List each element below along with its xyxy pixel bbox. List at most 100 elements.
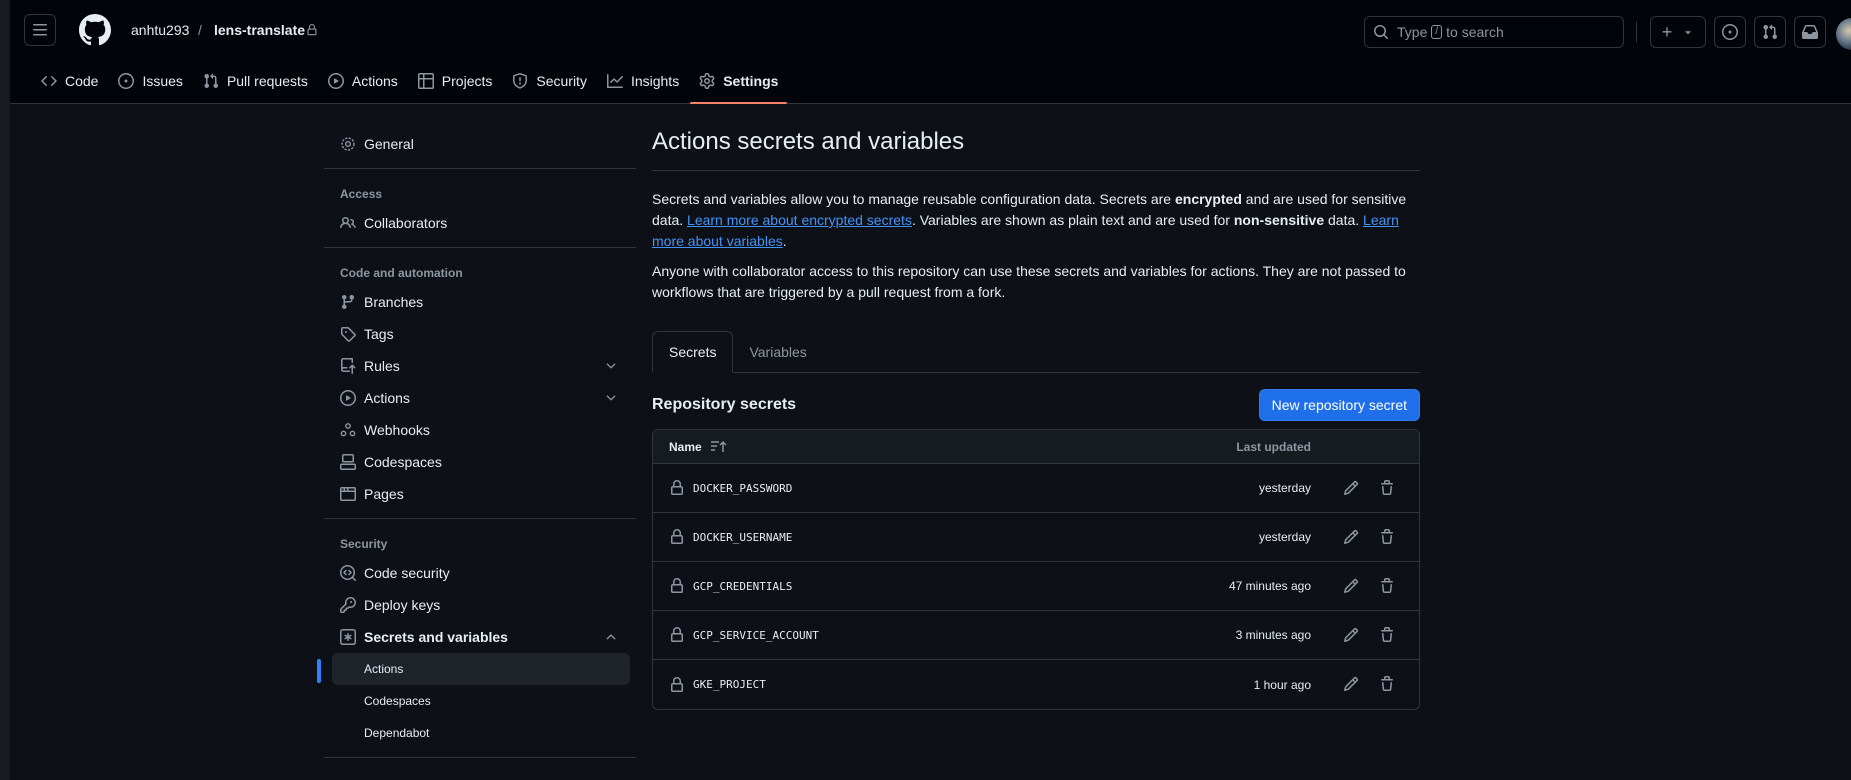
sidebar-subitem-codespaces[interactable]: Codespaces <box>324 685 636 717</box>
sidebar-divider <box>324 518 636 519</box>
tab-security[interactable]: Security <box>503 62 596 100</box>
tab-label: Security <box>536 73 587 89</box>
secret-updated: 1 hour ago <box>1253 677 1311 692</box>
pencil-icon[interactable] <box>1343 627 1359 643</box>
webhook-icon <box>340 423 356 437</box>
plus-icon: + <box>1661 21 1673 42</box>
search-icon <box>1374 25 1389 40</box>
user-avatar[interactable] <box>1836 18 1851 50</box>
gear-icon <box>699 73 715 89</box>
sidebar-item-webhooks[interactable]: Webhooks <box>324 414 636 446</box>
sidebar-item-label: Secrets and variables <box>364 629 508 645</box>
sidebar-item-general[interactable]: General <box>324 128 636 160</box>
secret-name: DOCKER_USERNAME <box>693 530 793 544</box>
sidebar-item-rules[interactable]: Rules <box>324 350 636 382</box>
menu-button[interactable] <box>24 14 56 46</box>
tab-actions[interactable]: Actions <box>319 62 407 100</box>
sidebar-heading-access: Access <box>340 187 383 201</box>
issues-button[interactable] <box>1714 16 1746 48</box>
trash-icon[interactable] <box>1379 627 1395 643</box>
secret-name: GCP_CREDENTIALS <box>693 579 793 593</box>
learn-more-secrets-link[interactable]: Learn more about encrypted secrets <box>687 212 912 228</box>
sidebar-item-codespaces[interactable]: Codespaces <box>324 446 636 478</box>
sidebar-item-collaborators[interactable]: Collaborators <box>324 207 636 239</box>
search-input[interactable]: Type / to search <box>1364 16 1624 48</box>
tab-pull-requests[interactable]: Pull requests <box>194 62 317 100</box>
sidebar-item-label: Code security <box>364 565 450 581</box>
codescan-icon <box>340 565 356 581</box>
desc-bold: non-sensitive <box>1233 212 1325 228</box>
search-shortcut-key: / <box>1431 25 1443 39</box>
sidebar-item-label: Tags <box>364 326 394 342</box>
create-new-button[interactable]: + <box>1650 16 1706 48</box>
breadcrumb-owner[interactable]: anhtu293 <box>131 22 189 38</box>
issue-icon <box>1722 24 1738 40</box>
table-row: GCP_CREDENTIALS 47 minutes ago <box>653 562 1419 611</box>
header-divider <box>1636 22 1637 42</box>
secret-updated: 47 minutes ago <box>1228 579 1311 593</box>
sidebar-item-label: Codespaces <box>364 454 442 470</box>
sidebar-item-code-security[interactable]: Code security <box>324 557 636 589</box>
sidebar-item-pages[interactable]: Pages <box>324 478 636 510</box>
tag-icon <box>341 327 356 342</box>
trash-icon[interactable] <box>1379 529 1395 545</box>
sidebar-divider <box>324 757 636 758</box>
pencil-icon[interactable] <box>1343 578 1359 594</box>
trash-icon[interactable] <box>1379 676 1395 692</box>
repo-push-icon <box>341 358 356 374</box>
column-header-updated: Last updated <box>1236 439 1311 454</box>
pencil-icon[interactable] <box>1343 676 1359 692</box>
chevron-down-icon <box>606 395 616 401</box>
new-repository-secret-button[interactable]: New repository secret <box>1258 389 1420 421</box>
sidebar-subitem-dependabot[interactable]: Dependabot <box>324 717 636 749</box>
chevron-up-icon <box>606 634 616 640</box>
codespaces-icon <box>340 454 356 470</box>
sidebar-heading-security: Security <box>340 537 388 551</box>
sidebar-item-label: Pages <box>364 486 404 502</box>
trash-icon[interactable] <box>1379 480 1395 496</box>
tab-code[interactable]: Code <box>32 62 107 100</box>
shield-icon <box>513 73 528 89</box>
search-prefix: Type <box>1397 24 1428 40</box>
private-lock-icon <box>306 23 318 36</box>
secret-updated: yesterday <box>1258 481 1311 495</box>
sidebar-item-deploy-keys[interactable]: Deploy keys <box>324 589 636 621</box>
tab-variables[interactable]: Variables <box>733 331 822 373</box>
page-title: Actions secrets and variables <box>652 128 1420 171</box>
tab-label: Settings <box>723 73 779 89</box>
main-content: Actions secrets and variables Secrets an… <box>652 128 1420 710</box>
triangle-down-icon <box>1685 31 1691 35</box>
desc-text: . <box>782 233 787 249</box>
github-logo-icon[interactable] <box>79 14 111 46</box>
sidebar-item-label: Webhooks <box>364 422 430 438</box>
pencil-icon[interactable] <box>1343 529 1359 545</box>
breadcrumb-repo[interactable]: lens-translate <box>214 22 305 38</box>
pencil-icon[interactable] <box>1343 480 1359 496</box>
pull-requests-button[interactable] <box>1754 16 1786 48</box>
sidebar-item-secrets-variables[interactable]: Secrets and variables <box>324 621 636 653</box>
tab-settings[interactable]: Settings <box>690 62 788 104</box>
inbox-button[interactable] <box>1794 16 1826 48</box>
tab-issues[interactable]: Issues <box>109 62 191 100</box>
secret-name: GCP_SERVICE_ACCOUNT <box>693 628 819 642</box>
lock-icon <box>671 578 683 593</box>
table-row: DOCKER_PASSWORD yesterday <box>653 464 1419 513</box>
lock-icon <box>671 480 683 495</box>
sidebar-item-actions[interactable]: Actions <box>324 382 636 414</box>
tab-insights[interactable]: Insights <box>598 62 688 100</box>
lock-icon <box>671 529 683 544</box>
tab-projects[interactable]: Projects <box>409 62 502 100</box>
sidebar-item-label: Actions <box>364 390 410 406</box>
lock-icon <box>671 676 683 692</box>
tab-secrets[interactable]: Secrets <box>652 331 734 373</box>
sidebar-heading-code-automation: Code and automation <box>340 266 463 280</box>
table-row: GKE_PROJECT 1 hour ago <box>653 660 1419 709</box>
sidebar-item-branches[interactable]: Branches <box>324 286 636 318</box>
tab-label: Code <box>65 73 99 89</box>
settings-sidebar: General Access Collaborators Code and au… <box>317 128 636 766</box>
trash-icon[interactable] <box>1379 578 1395 594</box>
sort-asc-icon[interactable] <box>710 440 728 454</box>
sidebar-subitem-actions[interactable]: Actions <box>317 653 630 685</box>
chevron-down-icon <box>606 363 616 369</box>
sidebar-item-tags[interactable]: Tags <box>324 318 636 350</box>
